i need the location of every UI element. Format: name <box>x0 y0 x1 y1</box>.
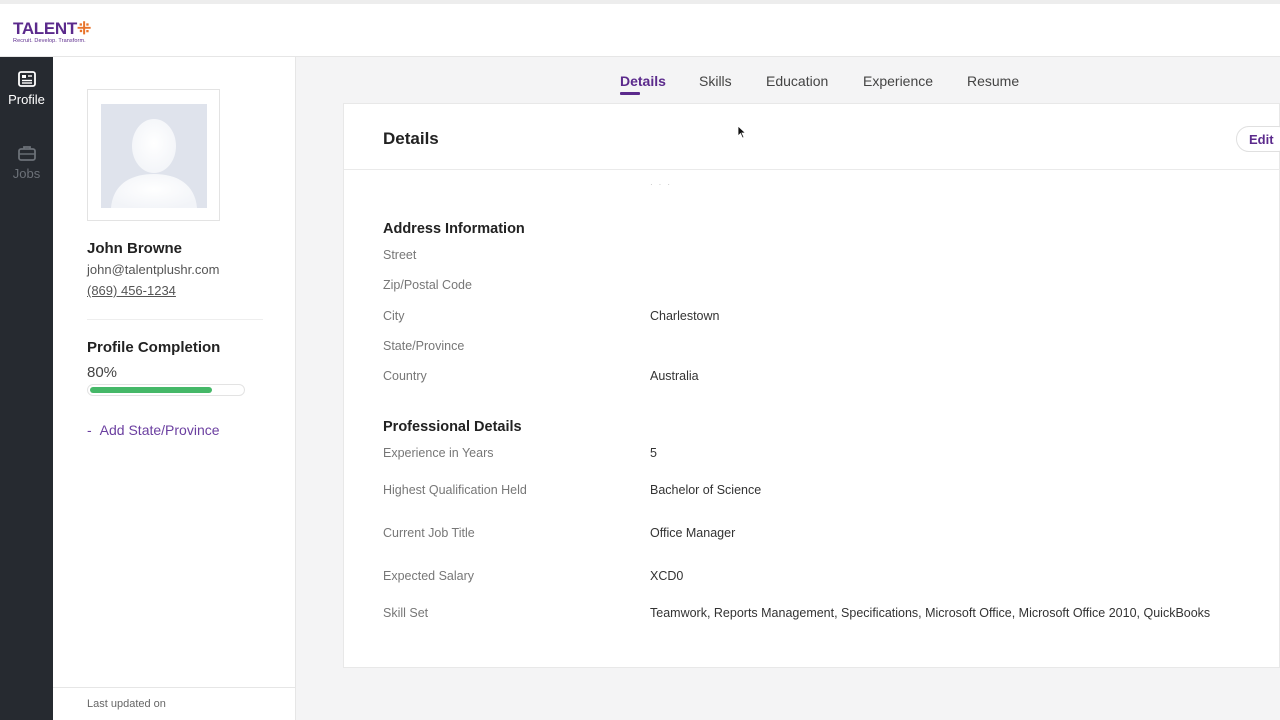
rail-item-label: Jobs <box>12 166 41 181</box>
details-card: Details Edit ··· Address Information Str… <box>343 103 1280 668</box>
logo-word: TALENT <box>13 19 77 38</box>
field-value-expected-salary: XCD0 <box>650 569 684 583</box>
avatar <box>101 104 207 208</box>
mouse-cursor-icon <box>737 125 747 139</box>
field-label-city: City <box>383 309 405 323</box>
nav-rail: Profile Jobs <box>0 57 53 720</box>
field-label-skill-set: Skill Set <box>383 606 429 620</box>
field-label-street: Street <box>383 248 417 262</box>
rail-item-profile[interactable]: Profile <box>0 71 53 107</box>
rail-item-label: Profile <box>8 92 45 107</box>
card-title: Details <box>383 129 439 148</box>
profile-completion-title: Profile Completion <box>87 339 221 356</box>
field-label-qualification: Highest Qualification Held <box>383 483 527 497</box>
field-label-job-title: Current Job Title <box>383 526 475 540</box>
logo-wordmark: TALENT⁜ <box>13 20 103 37</box>
profile-completion-bar <box>87 384 245 396</box>
truncated-content-indicator: ··· <box>650 180 676 189</box>
add-state-province-link[interactable]: - Add State/Province <box>87 422 220 438</box>
talent-logo[interactable]: TALENT⁜ Recruit. Develop. Transform. <box>13 20 103 50</box>
briefcase-icon <box>17 146 36 161</box>
divider <box>87 319 263 320</box>
logo-cross-icon: ⁜ <box>76 19 91 38</box>
field-label-country: Country <box>383 369 427 383</box>
tab-resume[interactable]: Resume <box>967 73 1019 89</box>
profile-email: john@talentplushr.com <box>87 262 220 277</box>
field-value-country: Australia <box>650 369 699 383</box>
tab-details[interactable]: Details <box>620 73 666 95</box>
field-label-state: State/Province <box>383 339 465 353</box>
field-value-experience-years: 5 <box>650 446 657 460</box>
last-updated-footer: Last updated on <box>53 687 296 720</box>
profile-completion-value: 80% <box>87 364 118 381</box>
tab-education[interactable]: Education <box>766 73 828 89</box>
card-header: Details Edit <box>344 104 1280 170</box>
suggestion-label: Add State/Province <box>99 422 220 438</box>
logo-tagline: Recruit. Develop. Transform. <box>13 38 86 44</box>
field-label-zip: Zip/Postal Code <box>383 278 472 292</box>
profile-sidebar: John Browne john@talentplushr.com (869) … <box>53 57 296 720</box>
avatar-silhouette-icon <box>111 119 197 208</box>
field-value-qualification: Bachelor of Science <box>650 483 762 497</box>
rail-item-jobs[interactable]: Jobs <box>0 145 53 181</box>
suggestion-dash: - <box>87 422 92 438</box>
field-value-job-title: Office Manager <box>650 526 736 540</box>
profile-name: John Browne <box>87 240 183 257</box>
avatar-frame[interactable] <box>87 89 220 221</box>
address-section-title: Address Information <box>383 221 525 237</box>
edit-button[interactable]: Edit <box>1236 126 1280 152</box>
field-value-skill-set: Teamwork, Reports Management, Specificat… <box>650 606 1211 620</box>
field-label-expected-salary: Expected Salary <box>383 569 475 583</box>
tab-skills[interactable]: Skills <box>699 73 732 89</box>
profile-phone-link[interactable]: (869) 456-1234 <box>87 283 176 298</box>
top-header: TALENT⁜ Recruit. Develop. Transform. <box>0 0 1280 57</box>
profile-icon <box>17 71 36 87</box>
professional-section-title: Professional Details <box>383 419 522 435</box>
tab-label: Details <box>620 73 666 89</box>
tab-experience[interactable]: Experience <box>863 73 933 89</box>
active-tab-indicator <box>620 92 640 95</box>
profile-completion-fill <box>90 387 212 393</box>
field-label-experience-years: Experience in Years <box>383 446 494 460</box>
field-value-city: Charlestown <box>650 309 720 323</box>
